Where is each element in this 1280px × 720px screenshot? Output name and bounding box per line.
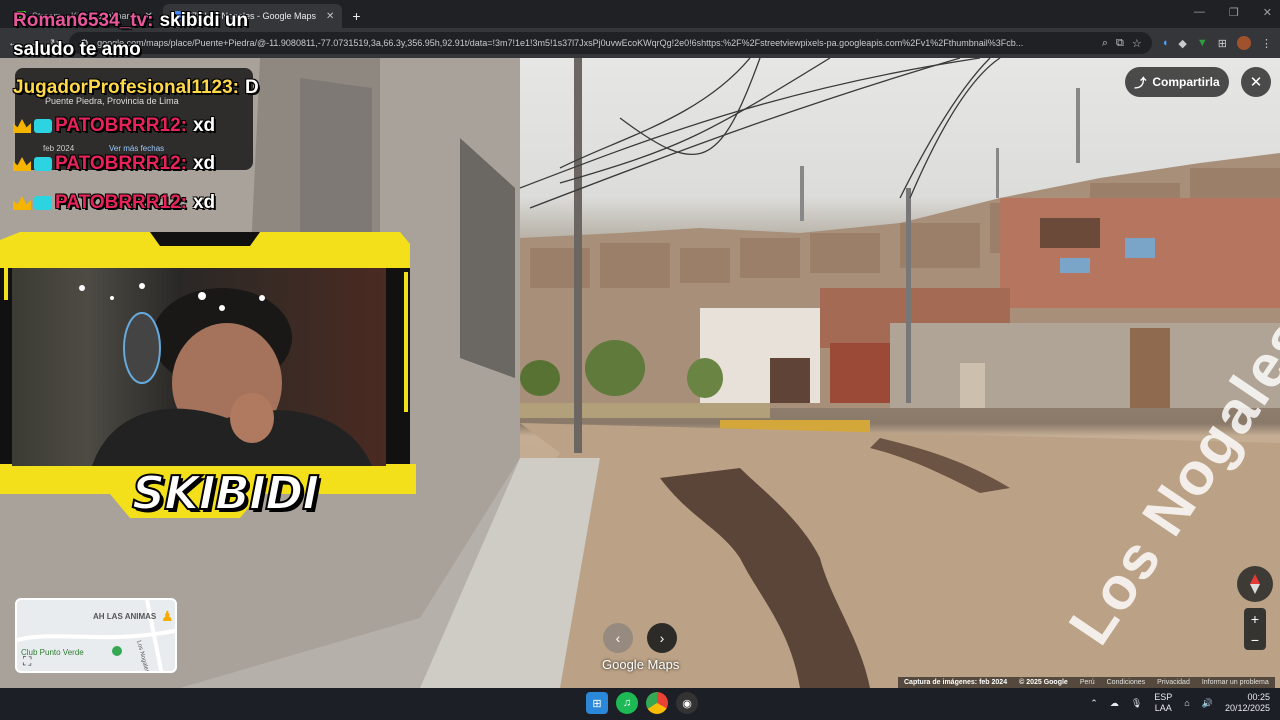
extension-icon[interactable]: ▼ <box>1197 37 1208 49</box>
maps-footer: Captura de imágenes: feb 2024 © 2025 Goo… <box>898 677 1275 688</box>
place-pin-icon <box>112 646 122 656</box>
capture-info: Captura de imágenes: feb 2024 <box>904 679 1008 686</box>
microphone-icon[interactable]: 🎙 <box>1131 698 1142 709</box>
volume-icon[interactable]: 🔊 <box>1202 698 1213 709</box>
chat-username: PATOBRRR12: <box>55 153 187 174</box>
chrome-icon[interactable] <box>646 692 668 714</box>
terms-link[interactable]: Condiciones <box>1107 679 1146 686</box>
report-problem-link[interactable]: Informar un problema <box>1202 679 1269 686</box>
pegman-icon[interactable]: ♟ <box>161 608 174 625</box>
chat-message: PATOBRRR12: xd <box>13 153 215 175</box>
share-icon: ⤴ <box>1134 75 1147 90</box>
chat-username: PATOBRRR12: <box>55 192 187 213</box>
plus-icon[interactable]: + <box>352 4 360 28</box>
overlay-title-text: SKIBIDI <box>131 465 320 521</box>
chat-username: Roman6534_tv: <box>13 10 154 31</box>
subscriber-badge-icon <box>34 156 52 171</box>
country-link[interactable]: Perú <box>1080 679 1095 686</box>
copyright: © 2025 Google <box>1019 679 1068 686</box>
chat-text: xd <box>192 115 216 136</box>
chevron-up-icon[interactable]: ⌃ <box>1090 698 1098 709</box>
bookmark-star-icon[interactable]: ☆ <box>1132 37 1142 50</box>
close-window-icon[interactable]: ✕ <box>1263 6 1272 19</box>
google-maps-logo: Google Maps <box>602 657 680 672</box>
capture-date: feb 2024 <box>43 144 75 153</box>
chat-message: JugadorProfesional1123: D <box>13 77 259 99</box>
browser-toolbar: ← → ↻ ⚙ google.com/maps/place/Puente+Pie… <box>0 28 1280 58</box>
chat-message: PATOBRRR12: xd <box>13 115 215 137</box>
privacy-link[interactable]: Privacidad <box>1157 679 1190 686</box>
zoom-controls: + − <box>1244 608 1266 650</box>
chat-text: xd <box>192 192 216 213</box>
zoom-out-button[interactable]: − <box>1251 632 1259 648</box>
chat-text: xd <box>192 153 216 174</box>
profile-avatar[interactable] <box>1237 36 1251 50</box>
chat-message: PATOBRRR12: xd <box>13 192 215 214</box>
spotify-icon[interactable]: ♫ <box>616 692 638 714</box>
minimap[interactable]: AH LAS ANIMAS Club Punto Verde Los Nogal… <box>15 598 177 673</box>
close-tab-icon[interactable]: ✕ <box>326 11 334 22</box>
compass-icon[interactable] <box>1237 566 1273 602</box>
webcam-feed <box>12 268 386 466</box>
subscriber-badge-icon <box>34 195 52 210</box>
minimap-area-label: AH LAS ANIMAS <box>93 612 157 621</box>
window-controls: — ❐ ✕ <box>1194 6 1272 19</box>
url-text: google.com/maps/place/Puente+Piedra/@-11… <box>97 38 1024 48</box>
clock-date: 20/12/2025 <box>1224 703 1270 713</box>
desktop: Stream – Kick Dashboard ✕ 675 Los Nogale… <box>0 0 1280 720</box>
windows-taskbar: ⊞ ♫ ◉ ⌃ ☁ 🎙 ESP LAA ⌂ 🔊 00:25 20/12/2025 <box>0 688 1280 720</box>
layout-code: LAA <box>1154 703 1172 713</box>
install-icon[interactable]: ⧉ <box>1116 37 1124 50</box>
obs-icon[interactable]: ◉ <box>676 692 698 714</box>
system-tray: ⌃ ☁ 🎙 ESP LAA ⌂ 🔊 00:25 20/12/2025 <box>1090 692 1270 714</box>
chat-username: PATOBRRR12: <box>55 115 187 136</box>
chat-message: saludo te amo <box>13 39 141 61</box>
language-indicator[interactable]: ESP LAA <box>1154 692 1172 714</box>
chat-text: saludo te amo <box>13 39 141 60</box>
expand-icon[interactable]: ⛶ <box>23 654 31 669</box>
close-icon[interactable]: ✕ <box>1241 67 1271 97</box>
chevron-right-icon[interactable]: › <box>647 623 677 653</box>
clock-time: 00:25 <box>1247 692 1270 702</box>
share-label: Compartirla <box>1152 75 1220 89</box>
chat-text: D <box>244 77 259 98</box>
crown-badge-icon <box>13 118 31 133</box>
share-button[interactable]: ⤴ Compartirla <box>1125 67 1229 97</box>
crown-badge-icon <box>13 156 31 171</box>
cloud-icon[interactable]: ☁ <box>1110 698 1119 709</box>
zoom-icon[interactable]: ⌕ <box>1102 37 1108 50</box>
address-bar[interactable]: ⚙ google.com/maps/place/Puente+Piedra/@-… <box>69 32 1152 54</box>
maximize-icon[interactable]: ❐ <box>1229 6 1239 19</box>
minimize-icon[interactable]: — <box>1194 6 1205 19</box>
language-code: ESP <box>1154 692 1173 702</box>
chat-username: JugadorProfesional1123: <box>13 77 239 98</box>
extensions-puzzle-icon[interactable]: ⊞ <box>1218 37 1227 50</box>
clock[interactable]: 00:25 20/12/2025 <box>1225 692 1270 714</box>
chat-text: skibidi un <box>159 10 249 31</box>
zoom-in-button[interactable]: + <box>1251 611 1259 627</box>
chat-message: Roman6534_tv: skibidi un <box>13 10 248 32</box>
crown-badge-icon <box>13 195 31 210</box>
extension-icon[interactable]: ◖ <box>1162 37 1169 49</box>
extension-icon[interactable]: ◆ <box>1178 37 1186 50</box>
more-dates-link[interactable]: Ver más fechas <box>109 144 164 153</box>
taskbar-apps: ⊞ ♫ ◉ <box>586 692 698 714</box>
menu-dots-icon[interactable]: ⋮ <box>1261 37 1272 50</box>
windows-start-icon[interactable]: ⊞ <box>586 692 608 714</box>
chevron-left-icon[interactable]: ‹ <box>603 623 633 653</box>
network-icon[interactable]: ⌂ <box>1184 698 1189 708</box>
subscriber-badge-icon <box>34 118 52 133</box>
